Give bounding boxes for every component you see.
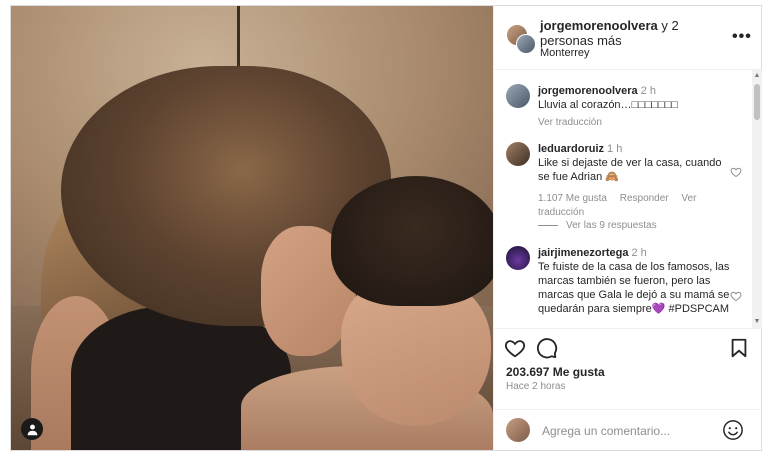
post-location[interactable]: Monterrey	[540, 47, 590, 59]
comment-username[interactable]: jorgemorenoolvera	[538, 85, 638, 97]
post-header: jorgemorenoolvera y 2 personas más Monte…	[494, 6, 762, 70]
avatar[interactable]	[506, 84, 530, 108]
comment-icon[interactable]	[536, 337, 558, 359]
comment-emojis: □□□□□□□	[631, 99, 679, 111]
comment-text: Like si dejaste de ver la casa, cuando s…	[538, 157, 722, 183]
comment-input[interactable]	[540, 420, 724, 442]
comment-time: 2 h	[631, 247, 647, 259]
avatar	[506, 418, 530, 442]
post-authors[interactable]: jorgemorenoolvera y 2 personas más	[540, 18, 720, 48]
avatar[interactable]	[506, 142, 530, 166]
bookmark-icon[interactable]	[728, 337, 750, 359]
collab-avatars[interactable]	[506, 24, 536, 54]
comment-text: Lluvia al corazón…	[538, 99, 632, 111]
comment-time: 1 h	[607, 143, 623, 155]
view-replies-button[interactable]: Ver las 9 respuestas	[538, 220, 657, 231]
likes-count[interactable]: 203.697 Me gusta	[506, 365, 605, 379]
post-actions: 203.697 Me gusta Hace 2 horas	[494, 328, 762, 450]
comments-list: jorgemorenoolvera 2 h Lluvia al corazón…□…	[494, 70, 752, 328]
heart-icon[interactable]	[730, 166, 742, 178]
scroll-up-arrow-icon[interactable]: ▲	[753, 72, 761, 80]
author-username[interactable]: jorgemorenoolvera	[540, 18, 658, 33]
avatar	[516, 34, 536, 54]
comment-username[interactable]: leduardoruiz	[538, 143, 604, 155]
person-icon	[27, 424, 37, 435]
add-comment-bar	[494, 409, 762, 451]
emoji-icon[interactable]	[722, 419, 744, 441]
heart-icon[interactable]	[504, 337, 526, 359]
comments-scrollbar[interactable]: ▲ ▼	[752, 70, 762, 328]
comment-time: 2 h	[640, 85, 656, 97]
post-sidebar: jorgemorenoolvera y 2 personas más Monte…	[493, 6, 762, 450]
translate-link[interactable]: Ver traducción	[538, 117, 602, 128]
comment-emojis: 🙈	[605, 171, 619, 183]
scroll-down-arrow-icon[interactable]: ▼	[753, 318, 761, 326]
more-horizontal-icon[interactable]: •••	[732, 28, 752, 46]
comment-likes[interactable]: 1.107 Me gusta	[538, 193, 607, 204]
post-time: Hace 2 horas	[506, 381, 566, 392]
scroll-thumb[interactable]	[754, 84, 760, 120]
reply-link[interactable]: Responder	[620, 193, 669, 204]
comment-text: Te fuiste de la casa de los famosos, las…	[538, 261, 730, 315]
avatar[interactable]	[506, 246, 530, 270]
heart-icon[interactable]	[730, 290, 742, 302]
post-photo	[11, 6, 493, 450]
post-modal: jorgemorenoolvera y 2 personas más Monte…	[10, 5, 762, 451]
tagged-users-button[interactable]	[21, 418, 43, 440]
comment-username[interactable]: jairjimenezortega	[538, 247, 628, 259]
